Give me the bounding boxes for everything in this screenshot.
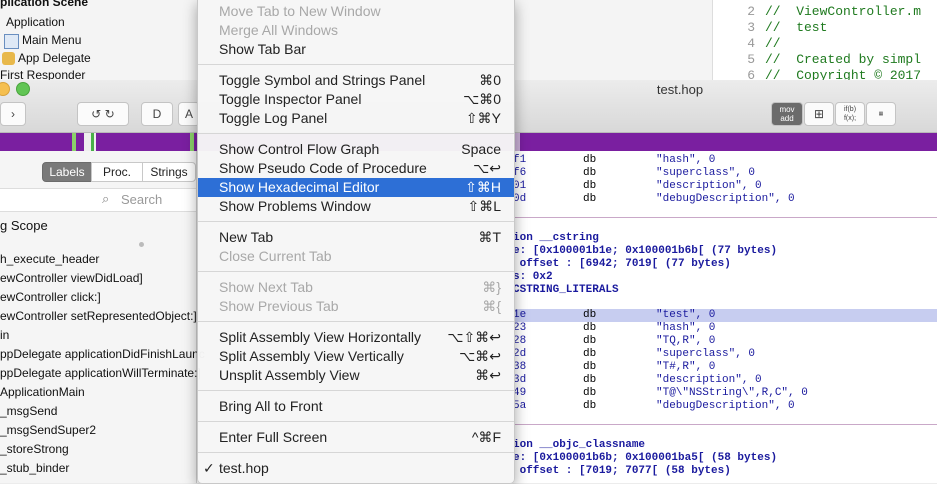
menu-item-next-tab: Show Next Tab ⌘} [219, 279, 501, 295]
scope-title: g Scope [0, 218, 48, 233]
search-field[interactable]: ⌕ Search [0, 188, 196, 212]
menu-item-move-tab: Move Tab to New Window [219, 3, 381, 19]
section-separator [513, 424, 937, 425]
section-flags: s: 0x2 [513, 271, 553, 283]
menu-item-unsplit[interactable]: Unsplit Assembly View ⌘↩ [198, 366, 514, 385]
tab-procedures[interactable]: Proc. [91, 162, 143, 182]
menu-item-split-vertical[interactable]: Split Assembly View Vertically ⌥⌘↩ [198, 347, 514, 366]
symbol-item[interactable]: _storeStrong [0, 442, 69, 456]
menu-item-pseudo-code[interactable]: Show Pseudo Code of Procedure ⌥↩ [198, 159, 514, 178]
symbol-item[interactable]: _msgSend [0, 404, 57, 418]
search-placeholder: Search [121, 192, 163, 207]
menu-item-toggle-symbols[interactable]: Toggle Symbol and Strings Panel ⌘0 [198, 71, 514, 90]
symbol-item[interactable]: ewController viewDidLoad] [0, 271, 143, 285]
undo-redo-button[interactable]: ↺ ↻ [77, 102, 129, 126]
menu-item-toggle-log[interactable]: Toggle Log Panel ⇧⌘Y [198, 109, 514, 128]
search-icon: ⌕ [102, 191, 110, 206]
menu-separator [198, 421, 514, 422]
hex-mode-button[interactable]: ▦ [866, 102, 896, 126]
section-range: e: [0x100001b1e; 0x100001b6b[ (77 bytes) [513, 245, 778, 257]
asm-mode-button[interactable]: mov add [771, 102, 803, 126]
section-offset: offset : [6942; 7019[ (77 bytes) [513, 258, 731, 270]
symbol-item[interactable]: ppDelegate applicationWillTerminate:] [0, 366, 201, 380]
tab-strings[interactable]: Strings [142, 162, 196, 182]
menu-separator [198, 133, 514, 134]
menu-item-close-tab: Close Current Tab [219, 248, 332, 264]
symbol-item[interactable]: ppDelegate applicationDidFinishLaunc [0, 347, 205, 361]
menu-item-full-screen[interactable]: Enter Full Screen ^⌘F [198, 428, 514, 447]
assembly-view[interactable]: f1 db "hash", 0 f6 db "superclass", 0 01 db "d… [513, 151, 937, 483]
symbol-item[interactable]: h_execute_header [0, 252, 99, 266]
code-line: 4// [747, 36, 781, 51]
scroll-indicator [139, 242, 144, 247]
menu-item-problems-window[interactable]: Show Problems Window ⇧⌘L [198, 197, 514, 216]
section-range: e: [0x100001b6b; 0x100001ba5[ (58 bytes) [513, 452, 778, 464]
symbols-sidebar: Labels Proc. Strings ⌕ Search g Scope h_… [0, 151, 205, 483]
graph-icon: ⊞ [813, 107, 825, 121]
symbol-item[interactable]: in [0, 328, 9, 342]
menu-separator [198, 271, 514, 272]
window-title: test.hop [656, 82, 704, 97]
code-line: 5// Created by simpl [747, 52, 922, 67]
window-menu: Move Tab to New Window Merge All Windows… [197, 0, 515, 484]
section-offset: offset : [7019; 7077[ (58 bytes) [513, 465, 731, 477]
menu-separator [198, 321, 514, 322]
nav-marker [72, 133, 76, 151]
symbol-item[interactable]: _msgSendSuper2 [0, 423, 96, 437]
menu-item-new-tab[interactable]: New Tab ⌘T [198, 228, 514, 247]
symbol-item[interactable]: ApplicationMain [0, 385, 85, 399]
chevron-right-icon: › [11, 107, 15, 121]
tree-item-application[interactable]: Application [6, 15, 65, 29]
menu-item-merge-windows: Merge All Windows [219, 22, 339, 38]
symbol-item[interactable]: ewController setRepresentedObject:] [0, 309, 197, 323]
tab-labels[interactable]: Labels [42, 162, 92, 182]
menu-separator [198, 390, 514, 391]
data-button[interactable]: D [141, 102, 173, 126]
zoom-button[interactable] [16, 82, 30, 96]
section-header: ion __objc_classname [513, 439, 646, 451]
menu-item-hex-editor[interactable]: Show Hexadecimal Editor ⇧⌘H [198, 178, 514, 197]
nav-marker [91, 133, 94, 151]
menu-item-control-flow-graph[interactable]: Show Control Flow Graph Space [198, 140, 514, 159]
section-header: ion __cstring [513, 232, 599, 244]
nav-marker [84, 133, 96, 151]
code-editor-pane[interactable]: 2// ViewController.m 3// test 4// 5// Cr… [712, 0, 937, 85]
cfg-mode-button[interactable]: ⊞ [804, 102, 834, 126]
redo-icon: ↻ [104, 107, 115, 121]
selected-line-highlight [513, 309, 937, 322]
code-line: 2// ViewController.m [747, 4, 922, 19]
tree-scene-label: plication Scene [0, 0, 89, 9]
menu-item-previous-tab: Show Previous Tab ⌘{ [219, 298, 501, 314]
menu-item-toggle-inspector[interactable]: Toggle Inspector Panel ⌥⌘0 [198, 90, 514, 109]
symbol-item[interactable]: ewController click:] [0, 290, 101, 304]
nav-marker [190, 133, 194, 151]
hex-icon: ▦ [878, 111, 884, 117]
tree-item-main-menu[interactable]: Main Menu [22, 33, 81, 47]
menu-separator [198, 64, 514, 65]
menu-item-bring-all-to-front[interactable]: Bring All to Front [198, 397, 514, 416]
section-type: CSTRING_LITERALS [513, 284, 619, 296]
section-separator [513, 217, 937, 218]
forward-button[interactable]: › [0, 102, 26, 126]
menu-separator [198, 452, 514, 453]
tree-item-app-delegate[interactable]: App Delegate [18, 51, 91, 65]
minimize-button[interactable] [0, 82, 10, 96]
undo-icon: ↺ [91, 107, 102, 121]
menu-separator [198, 221, 514, 222]
symbol-item[interactable]: _stub_binder [0, 461, 69, 475]
code-line: 3// test [747, 20, 828, 35]
pseudo-code-button[interactable]: if(b) f(x); [835, 102, 865, 126]
checkmark-icon: ✓ [203, 460, 215, 476]
menu-item-show-tab-bar[interactable]: Show Tab Bar [198, 40, 514, 59]
menu-item-split-horizontal[interactable]: Split Assembly View Horizontally ⌥⇧⌘↩ [198, 328, 514, 347]
menu-item-window-test-hop[interactable]: ✓ test.hop [198, 459, 514, 478]
menu-icon [4, 34, 19, 49]
app-delegate-icon [2, 52, 15, 65]
